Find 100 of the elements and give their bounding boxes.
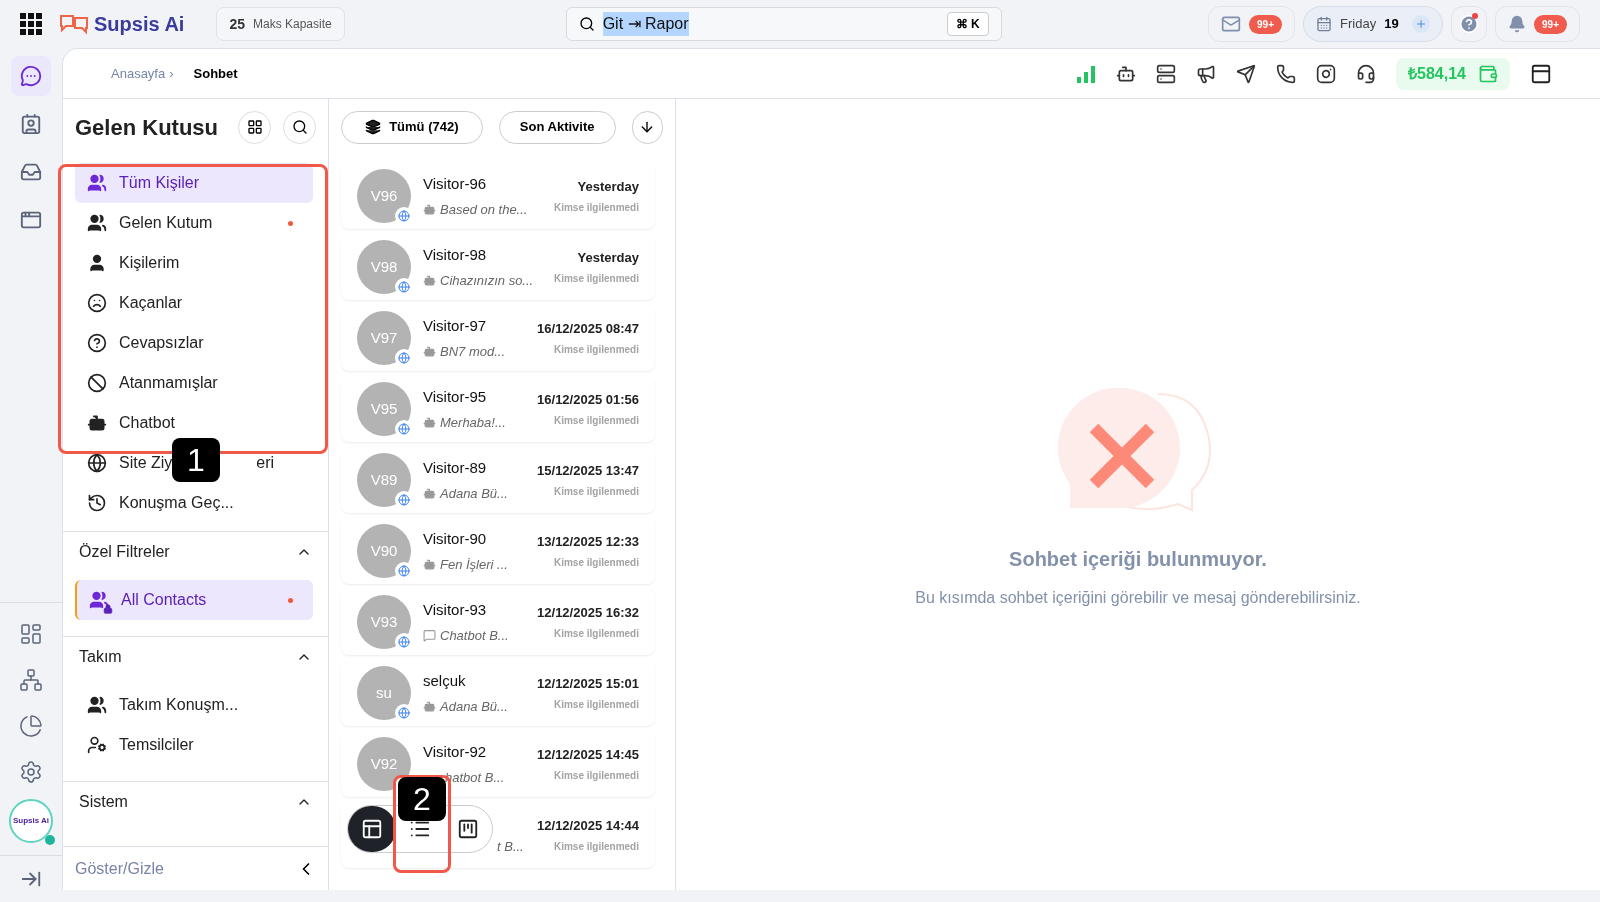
message-preview: Fen İşleri ... xyxy=(440,555,508,574)
contact-name: Visitor-89 xyxy=(423,458,488,478)
assignment-status: Kimse ilgilenmedi xyxy=(553,201,639,216)
conversation-card[interactable]: V98 Visitor-98 Cihazınızın so... Yesterday Kimse ilgilenmedi xyxy=(341,234,655,300)
contact-name: selçuk xyxy=(423,671,467,691)
section-header[interactable]: Takım xyxy=(75,637,316,677)
robot-icon xyxy=(423,486,436,500)
robot-icon xyxy=(423,202,436,216)
message-preview: Merhaba!... xyxy=(440,413,506,432)
headset-icon[interactable] xyxy=(1356,63,1377,84)
window-icon[interactable] xyxy=(1530,62,1552,85)
bell-icon xyxy=(1508,15,1527,33)
contact-name: Visitor-97 xyxy=(423,316,488,336)
robot-icon xyxy=(423,699,436,713)
conversation-card[interactable]: V93 Visitor-93 Chatbot B... 12/12/2025 16:32 Kimse ilgilenmedi xyxy=(341,589,655,655)
camera-icon[interactable] xyxy=(1316,63,1337,84)
assignment-status: Kimse ilgilenmedi xyxy=(553,485,639,500)
avatar: V90 xyxy=(357,524,411,578)
conversation-card[interactable]: V96 Visitor-96 Based on the... Yesterday Kimse ilgilenmedi xyxy=(341,163,655,229)
search-field[interactable]: Git ⇥ Rapor ⌘ K xyxy=(565,7,1002,41)
toggle-label[interactable]: Göster/Gizle xyxy=(75,856,164,881)
message-time: 16/12/2025 08:47 xyxy=(537,319,639,338)
contact-name: Visitor-95 xyxy=(423,387,488,407)
contact-name: Visitor-93 xyxy=(423,600,488,620)
contact-name: Visitor-98 xyxy=(423,245,488,265)
conversation-card[interactable]: V90 Visitor-90 Fen İşleri ... 13/12/2025 12:33 Kimse ilgilenmedi xyxy=(341,518,655,584)
panels-icon xyxy=(361,818,383,840)
megaphone-icon[interactable] xyxy=(1196,63,1217,84)
help-icon xyxy=(1459,14,1480,34)
assignment-status: Kimse ilgilenmedi xyxy=(553,769,639,784)
sidebar-item[interactable]: Temsilciler xyxy=(75,725,313,765)
person-icon xyxy=(87,253,107,273)
search-icon xyxy=(578,16,595,32)
chat-icon[interactable] xyxy=(11,56,51,96)
assignment-status: Kimse ilgilenmedi xyxy=(553,840,639,855)
question-icon xyxy=(87,333,107,353)
apps-grid-icon[interactable] xyxy=(20,13,42,35)
avatar: su xyxy=(357,666,411,720)
empty-description: Bu kısımda sohbet içeriğini görebilir ve mesaj gönderebilirsiniz. xyxy=(915,588,1361,608)
help-button[interactable] xyxy=(1451,6,1488,42)
assignment-status: Kimse ilgilenmedi xyxy=(553,343,639,358)
sidebar-item[interactable]: Cevapsızlar xyxy=(75,323,313,363)
avatar: V89 xyxy=(357,453,411,507)
calendar-icon xyxy=(1316,16,1333,32)
signal-icon xyxy=(1076,64,1097,83)
sad-face-icon xyxy=(87,293,107,313)
message-preview: BN7 mod... xyxy=(440,342,506,361)
wallet-icon xyxy=(1478,63,1498,84)
contact-name: Visitor-96 xyxy=(423,174,488,194)
brand-name: Supsis Ai xyxy=(94,12,185,37)
conversation-card[interactable]: V95 Visitor-95 Merhaba!... 16/12/2025 01:56 Kimse ilgilenmedi xyxy=(341,376,655,442)
sidebar-item[interactable]: Takım Konuşm... xyxy=(75,685,313,725)
avatar: V95 xyxy=(357,382,411,436)
message-time: 16/12/2025 01:56 xyxy=(537,390,639,409)
sidebar-item[interactable]: Konuşma Geç... xyxy=(75,483,313,523)
logo-icon xyxy=(58,13,90,35)
chat-icon xyxy=(423,628,436,642)
robot-icon xyxy=(423,344,436,358)
contact-name: Visitor-90 xyxy=(423,529,488,549)
conversation-card[interactable]: V89 Visitor-89 Adana Bü... 15/12/2025 13:47 Kimse ilgilenmedi xyxy=(341,447,655,513)
sidebar-item[interactable]: Kişilerim xyxy=(75,243,313,283)
message-preview: Cihazınızın so... xyxy=(440,271,534,290)
message-time: 12/12/2025 16:32 xyxy=(537,603,639,622)
message-preview: Adana Bü... xyxy=(440,484,508,503)
list-icon[interactable] xyxy=(1156,63,1177,84)
message-preview: t B... xyxy=(497,838,524,857)
conversation-card[interactable]: su selçuk Adana Bü... 12/12/2025 15:01 Kimse ilgilenmedi xyxy=(341,660,655,726)
section-header[interactable]: Sistem xyxy=(75,782,316,822)
conversation-card[interactable]: V97 Visitor-97 BN7 mod... 16/12/2025 08:47 Kimse ilgilenmedi xyxy=(341,305,655,371)
phone-icon[interactable] xyxy=(1276,63,1297,84)
assignment-status: Kimse ilgilenmedi xyxy=(553,698,639,713)
sidebar-item[interactable]: Tüm Kişiler xyxy=(75,163,313,203)
sidebar-item[interactable]: Atanmamışlar xyxy=(75,363,313,403)
workspace-avatar[interactable]: Supsis Ai xyxy=(9,799,53,843)
contact-name: Visitor-92 xyxy=(423,742,488,762)
avatar: V97 xyxy=(357,311,411,365)
history-icon xyxy=(87,493,107,513)
breadcrumb-link[interactable]: Anasayfa xyxy=(111,63,166,84)
shortcut-key: ⌘ K xyxy=(946,12,989,36)
message-preview: Chatbot B... xyxy=(440,626,509,645)
message-time: Yesterday xyxy=(577,177,639,196)
robot-icon xyxy=(423,415,436,429)
mail-icon xyxy=(1221,14,1242,34)
send-icon[interactable] xyxy=(1236,63,1257,84)
assignment-status: Kimse ilgilenmedi xyxy=(553,272,639,287)
message-preview: Adana Bü... xyxy=(440,697,508,716)
assignment-status: Kimse ilgilenmedi xyxy=(553,414,639,429)
assignment-status: Kimse ilgilenmedi xyxy=(553,556,639,571)
robot-icon xyxy=(423,273,436,287)
section-header[interactable]: Özel Filtreler xyxy=(75,532,316,572)
sidebar-item[interactable]: Kaçanlar xyxy=(75,283,313,323)
layers-icon xyxy=(365,119,382,135)
sidebar-item[interactable]: Gelen Kutum xyxy=(75,203,313,243)
avatar: V98 xyxy=(357,240,411,294)
message-time: 12/12/2025 15:01 xyxy=(537,674,639,693)
date-chip[interactable]: Friday 19 xyxy=(1303,6,1444,42)
empty-title: Sohbet içeriği bulunmuyor. xyxy=(1009,547,1267,572)
robot-icon xyxy=(423,557,436,571)
message-time: 12/12/2025 14:45 xyxy=(537,745,639,764)
agents-icon xyxy=(87,735,107,755)
